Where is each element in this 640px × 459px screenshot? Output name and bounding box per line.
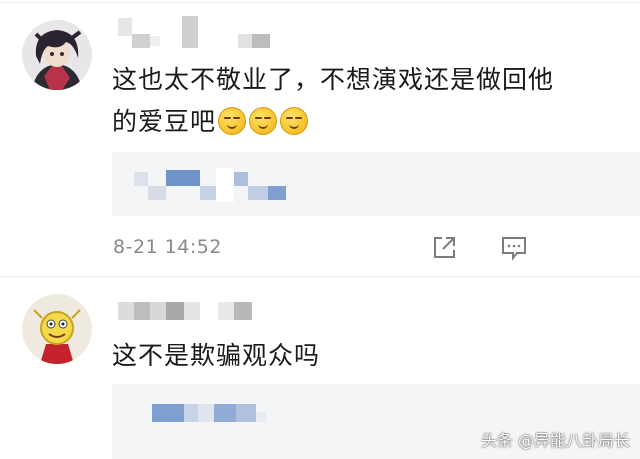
avatar[interactable] xyxy=(22,294,92,364)
username-blurred[interactable] xyxy=(118,14,270,50)
comment-divider xyxy=(0,276,640,277)
comment-text-line-1: 这也太不敬业了，不想演戏还是做回他 xyxy=(112,65,555,94)
top-divider xyxy=(0,2,640,3)
smirk-emoji-icon xyxy=(249,107,278,135)
smirk-emoji-icon xyxy=(280,107,309,135)
comment-icon[interactable] xyxy=(500,234,528,262)
smirk-emoji-icon xyxy=(218,107,247,135)
emoji-group xyxy=(218,103,311,143)
share-icon[interactable] xyxy=(430,234,458,262)
reply-preview-box[interactable] xyxy=(112,152,640,216)
username-blurred[interactable] xyxy=(118,302,252,324)
avatar[interactable] xyxy=(22,20,92,90)
comment-timestamp: 8-21 14:52 xyxy=(113,236,222,258)
comment-text: 这不是欺骗观众吗 xyxy=(112,341,321,370)
comment-text-line-2: 的爱豆吧 xyxy=(112,107,217,136)
watermark: 头条 @异能八卦局长 xyxy=(480,431,630,450)
reply-preview-blurred xyxy=(134,168,286,202)
reply-preview-blurred xyxy=(152,404,266,426)
comment-text: 这也太不敬业了，不想演戏还是做回他 xyxy=(112,60,554,100)
comment-text-continued: 的爱豆吧 xyxy=(112,102,311,143)
